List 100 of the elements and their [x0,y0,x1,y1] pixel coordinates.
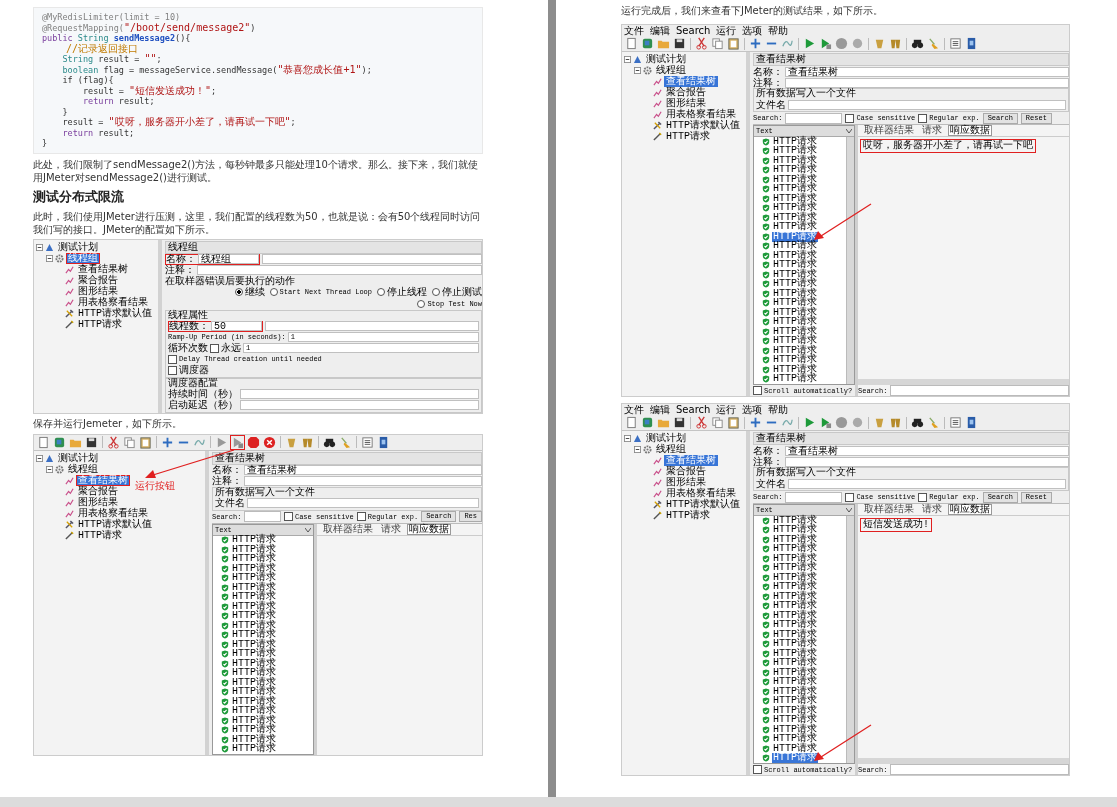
menu-item[interactable]: Search [676,25,711,36]
collapse-icon[interactable] [624,56,631,63]
tree-item[interactable]: 测试计划 [644,54,688,65]
tree-item[interactable]: HTTP请求 [664,510,712,521]
request-item[interactable]: HTTP请求 [772,743,818,754]
page-icon[interactable] [624,36,639,51]
menu-item[interactable]: Search [676,404,711,415]
startup-delay-field[interactable] [240,400,479,410]
menu-item[interactable]: 运行 [716,25,737,36]
menu-item[interactable]: 文件 [624,404,644,415]
tree-item[interactable]: 聚合报告 [664,466,708,477]
tree-item[interactable]: 线程组 [66,252,100,264]
stop-sign-icon[interactable] [246,434,261,450]
circle-icon[interactable] [834,415,849,430]
result-tab[interactable]: 请求 [920,504,944,515]
menu-item[interactable]: 帮助 [768,404,789,415]
list-icon[interactable] [948,415,963,430]
result-tab[interactable]: 请求 [379,523,403,535]
menu-item[interactable]: 选项 [742,25,763,36]
tree-item[interactable]: 图形结果 [664,98,708,109]
filename-field[interactable] [788,99,1066,110]
scissors-icon[interactable] [694,415,709,430]
collapse-icon[interactable] [46,465,53,473]
tree-item[interactable]: 图形结果 [76,285,120,297]
filename-field[interactable] [788,478,1066,489]
tree-item[interactable]: HTTP请求默认值 [664,499,742,510]
tree-item[interactable]: 聚合报告 [76,274,120,286]
result-tab[interactable]: 响应数据 [948,125,992,136]
tree-item[interactable]: 聚合报告 [664,87,708,98]
circle-icon[interactable] [834,36,849,51]
search-field[interactable] [785,112,843,124]
step-play-icon[interactable] [230,434,245,450]
list-icon[interactable] [360,434,375,450]
collapse-icon[interactable] [46,254,53,262]
duration-field[interactable] [240,389,479,399]
clipboard-icon[interactable] [138,434,153,450]
search-field[interactable] [890,764,1069,775]
tree-item[interactable]: 查看结果树 [664,76,718,87]
scheduler-checkbox[interactable]: 调度器 [168,363,209,377]
tree-item[interactable]: 图形结果 [664,477,708,488]
comment-field[interactable] [244,476,482,486]
name-field[interactable]: 线程组 [198,254,259,264]
result-tab[interactable]: 取样器结果 [862,125,916,136]
collapse-icon[interactable] [624,435,631,442]
tree-item[interactable]: 用表格察看结果 [76,507,150,519]
scissors-icon[interactable] [694,36,709,51]
close-circle-icon[interactable] [262,434,277,450]
action-radio[interactable]: 继续 [234,286,265,298]
tree-item[interactable]: HTTP请求 [76,529,124,541]
collapse-icon[interactable] [36,454,43,462]
comment-field[interactable] [785,456,1069,467]
menu-item[interactable]: 选项 [742,404,763,415]
result-tab[interactable]: 响应数据 [407,523,451,535]
tree-item[interactable]: 聚合报告 [76,485,120,497]
scrollbar[interactable] [858,758,1069,764]
request-item[interactable]: HTTP请求 [772,374,818,385]
copy-icon[interactable] [122,434,137,450]
name-field[interactable]: 查看结果树 [785,445,1069,456]
tree-item[interactable]: 用表格察看结果 [664,109,738,120]
tree-item[interactable]: 测试计划 [56,241,100,253]
result-tab[interactable]: 请求 [920,125,944,136]
tree-item[interactable]: 测试计划 [644,433,688,444]
page-icon[interactable] [624,415,639,430]
filename-field[interactable] [247,498,479,508]
copy-icon[interactable] [710,415,725,430]
result-tab[interactable]: 响应数据 [948,504,992,515]
request-item[interactable]: HTTP请求 [231,744,277,755]
result-tab[interactable]: 取样器结果 [862,504,916,515]
action-radio[interactable]: 停止线程 [377,286,427,298]
tree-item[interactable]: 线程组 [654,444,688,455]
clipboard-icon[interactable] [726,415,741,430]
scrollbar[interactable] [846,516,854,763]
tree-item[interactable]: 图形结果 [76,496,120,508]
request-item[interactable]: HTTP请求 [772,222,818,233]
menu-item[interactable]: 编辑 [650,25,670,36]
search-field[interactable] [785,491,843,503]
thread-count-field[interactable]: 50 [211,321,262,331]
comment-field[interactable] [197,265,482,275]
tree-item[interactable]: 查看结果树 [664,455,718,466]
save-icon[interactable] [672,415,687,430]
tree-item[interactable]: 测试计划 [56,452,100,464]
tree-item[interactable]: HTTP请求 [76,318,124,330]
scrollbar[interactable] [858,379,1069,385]
book-icon[interactable] [640,415,655,430]
comment-field[interactable] [785,77,1069,88]
search-field[interactable] [890,385,1069,396]
menu-item[interactable]: 编辑 [650,404,670,415]
circle-icon[interactable] [850,36,865,51]
tree-item[interactable]: 查看结果树 [76,263,130,275]
tree-item[interactable]: HTTP请求 [664,131,712,142]
menu-item[interactable]: 帮助 [768,25,789,36]
tree-item[interactable]: HTTP请求默认值 [76,307,154,319]
tree-item[interactable]: 线程组 [66,463,100,475]
menu-item[interactable]: 文件 [624,25,644,36]
action-radio[interactable]: 停止测试 [432,286,482,298]
search-field[interactable] [244,511,281,522]
copy-icon[interactable] [710,36,725,51]
name-field[interactable]: 查看结果树 [244,465,482,475]
tree-item[interactable]: 用表格察看结果 [76,296,150,308]
plus-icon[interactable] [748,36,763,51]
